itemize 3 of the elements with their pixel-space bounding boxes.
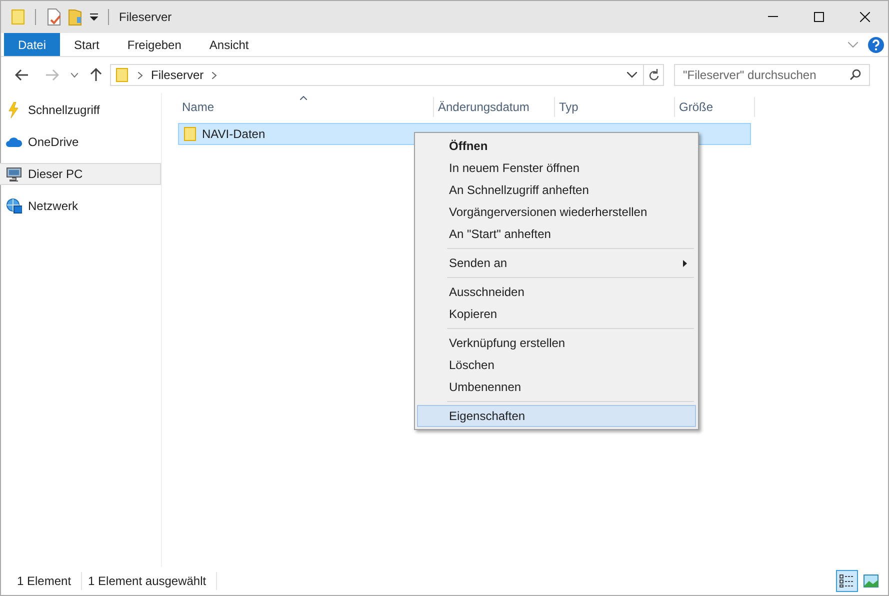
status-text: 1 Element ausgewählt: [88, 572, 218, 590]
status-text: 1 Element: [17, 572, 82, 590]
window-title: Fileserver: [119, 9, 172, 26]
